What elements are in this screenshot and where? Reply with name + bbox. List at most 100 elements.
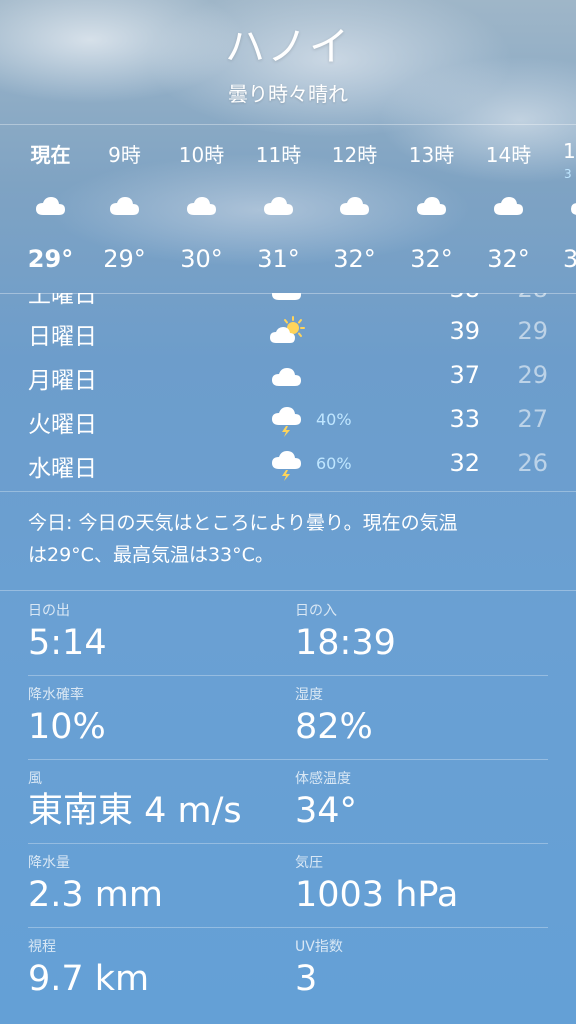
- detail-value: 82%: [295, 707, 373, 747]
- day-name: 日曜日: [28, 324, 97, 350]
- detail-value: 10%: [28, 707, 106, 747]
- day-name: 土曜日: [28, 293, 97, 308]
- daily-row: 月曜日 37 29: [0, 355, 576, 399]
- hour-item: 11時 31°: [240, 125, 317, 293]
- detail-humidity: 湿度 82%: [295, 684, 545, 748]
- detail-value: 3: [295, 959, 318, 999]
- hour-temp: 32°: [487, 245, 530, 273]
- detail-row: 降水量 2.3 mm 気圧 1003 hPa: [28, 844, 548, 928]
- hour-time: 11時: [255, 143, 302, 167]
- detail-label: 視程: [28, 939, 56, 955]
- hour-time: 12時: [331, 143, 378, 167]
- cloud-icon: [547, 191, 576, 219]
- detail-row: 日の出 5:14 日の入 18:39: [28, 592, 548, 676]
- current-condition: 曇り時々晴れ: [228, 82, 348, 106]
- hour-precip: 3: [564, 167, 572, 181]
- day-high: 33: [449, 405, 480, 433]
- detail-feels-like: 体感温度 34°: [295, 768, 545, 832]
- hourly-forecast[interactable]: 現在 29° 9時 29° 10時 30° 11時 31° 12時 32° 13…: [0, 124, 576, 294]
- hour-time: 15: [563, 139, 576, 163]
- hour-item: 15 3 3: [547, 125, 576, 293]
- detail-label: 日の出: [28, 603, 70, 619]
- detail-label: 日の入: [295, 603, 337, 619]
- detail-precip-chance: 降水確率 10%: [28, 684, 278, 748]
- hour-item: 13時 32°: [393, 125, 470, 293]
- hour-temp: 30°: [180, 245, 223, 273]
- detail-label: UV指数: [295, 939, 343, 955]
- day-name: 月曜日: [28, 368, 97, 394]
- hour-time: 10時: [178, 143, 225, 167]
- city-name: ハノイ: [225, 24, 351, 70]
- cloud-icon: [268, 293, 308, 307]
- hour-time: 14時: [485, 143, 532, 167]
- detail-row: 視程 9.7 km UV指数 3: [28, 928, 548, 1011]
- detail-visibility: 視程 9.7 km: [28, 936, 278, 1000]
- detail-wind: 風 東南東 4 m/s: [28, 768, 278, 832]
- cloud-icon: [470, 191, 547, 219]
- detail-label: 気圧: [295, 855, 323, 871]
- detail-uv-index: UV指数 3: [295, 936, 545, 1000]
- detail-value: 5:14: [28, 623, 107, 663]
- cloud-icon: [240, 191, 317, 219]
- hour-temp: 29°: [27, 245, 74, 273]
- cloud-icon: [316, 191, 393, 219]
- hour-item: 12時 32°: [316, 125, 393, 293]
- detail-value: 34°: [295, 791, 358, 831]
- detail-value: 東南東 4 m/s: [28, 791, 242, 831]
- hour-item: 現在 29°: [12, 125, 89, 293]
- hour-item: 14時 32°: [470, 125, 547, 293]
- today-summary: 今日: 今日の天気はところにより曇り。現在の気温 は29°C、最高気温は33°C…: [28, 507, 548, 571]
- cloud-icon: [393, 191, 470, 219]
- day-name: 火曜日: [28, 412, 97, 438]
- day-precip: 60%: [316, 454, 352, 473]
- day-precip: 40%: [316, 410, 352, 429]
- cloud-icon: [12, 191, 89, 219]
- partly-sunny-icon: [268, 315, 308, 349]
- hour-time: 13時: [408, 143, 455, 167]
- daily-forecast[interactable]: 土曜日 38 28 日曜日 39 29 月曜日 37 29 火曜日 40%: [0, 293, 576, 492]
- location-header: ハノイ 曇り時々晴れ: [0, 22, 576, 107]
- detail-value: 1003 hPa: [295, 875, 459, 915]
- daily-row: 日曜日 39 29: [0, 311, 576, 355]
- hour-time: 9時: [108, 143, 141, 167]
- day-low: 29: [517, 317, 548, 345]
- daily-row: 水曜日 60% 32 26: [0, 443, 576, 487]
- hour-time: 現在: [30, 143, 71, 167]
- detail-precipitation: 降水量 2.3 mm: [28, 852, 278, 916]
- detail-label: 湿度: [295, 687, 323, 703]
- detail-value: 18:39: [295, 623, 396, 663]
- detail-value: 2.3 mm: [28, 875, 163, 915]
- hour-temp: 32°: [410, 245, 453, 273]
- weather-details: 日の出 5:14 日の入 18:39 降水確率 10% 湿度 82% 風 東南東…: [28, 592, 548, 1011]
- detail-label: 降水量: [28, 855, 70, 871]
- hour-temp: 31°: [257, 245, 300, 273]
- summary-line: 今日: 今日の天気はところにより曇り。現在の気温: [28, 512, 458, 534]
- cloud-icon: [163, 191, 240, 219]
- detail-pressure: 気圧 1003 hPa: [295, 852, 545, 916]
- hour-temp: 3: [563, 245, 576, 273]
- day-low: 27: [517, 405, 548, 433]
- detail-label: 降水確率: [28, 687, 84, 703]
- day-high: 32: [449, 449, 480, 477]
- day-high: 38: [430, 293, 480, 303]
- detail-value: 9.7 km: [28, 959, 150, 999]
- hour-temp: 32°: [333, 245, 376, 273]
- hour-item: 9時 29°: [86, 125, 163, 293]
- day-name: 水曜日: [28, 456, 97, 482]
- hour-item: 10時 30°: [163, 125, 240, 293]
- detail-sunset: 日の入 18:39: [295, 600, 545, 664]
- daily-row: 火曜日 40% 33 27: [0, 399, 576, 443]
- detail-row: 風 東南東 4 m/s 体感温度 34°: [28, 760, 548, 844]
- detail-label: 体感温度: [295, 771, 351, 787]
- detail-sunrise: 日の出 5:14: [28, 600, 278, 664]
- day-low: 29: [517, 361, 548, 389]
- divider: [0, 590, 576, 591]
- cloud-icon: [268, 359, 308, 393]
- thunderstorm-icon: [268, 403, 308, 437]
- thunderstorm-icon: [268, 447, 308, 481]
- day-high: 39: [449, 317, 480, 345]
- detail-label: 風: [28, 771, 42, 787]
- detail-row: 降水確率 10% 湿度 82%: [28, 676, 548, 760]
- cloud-icon: [86, 191, 163, 219]
- day-low: 28: [498, 293, 548, 303]
